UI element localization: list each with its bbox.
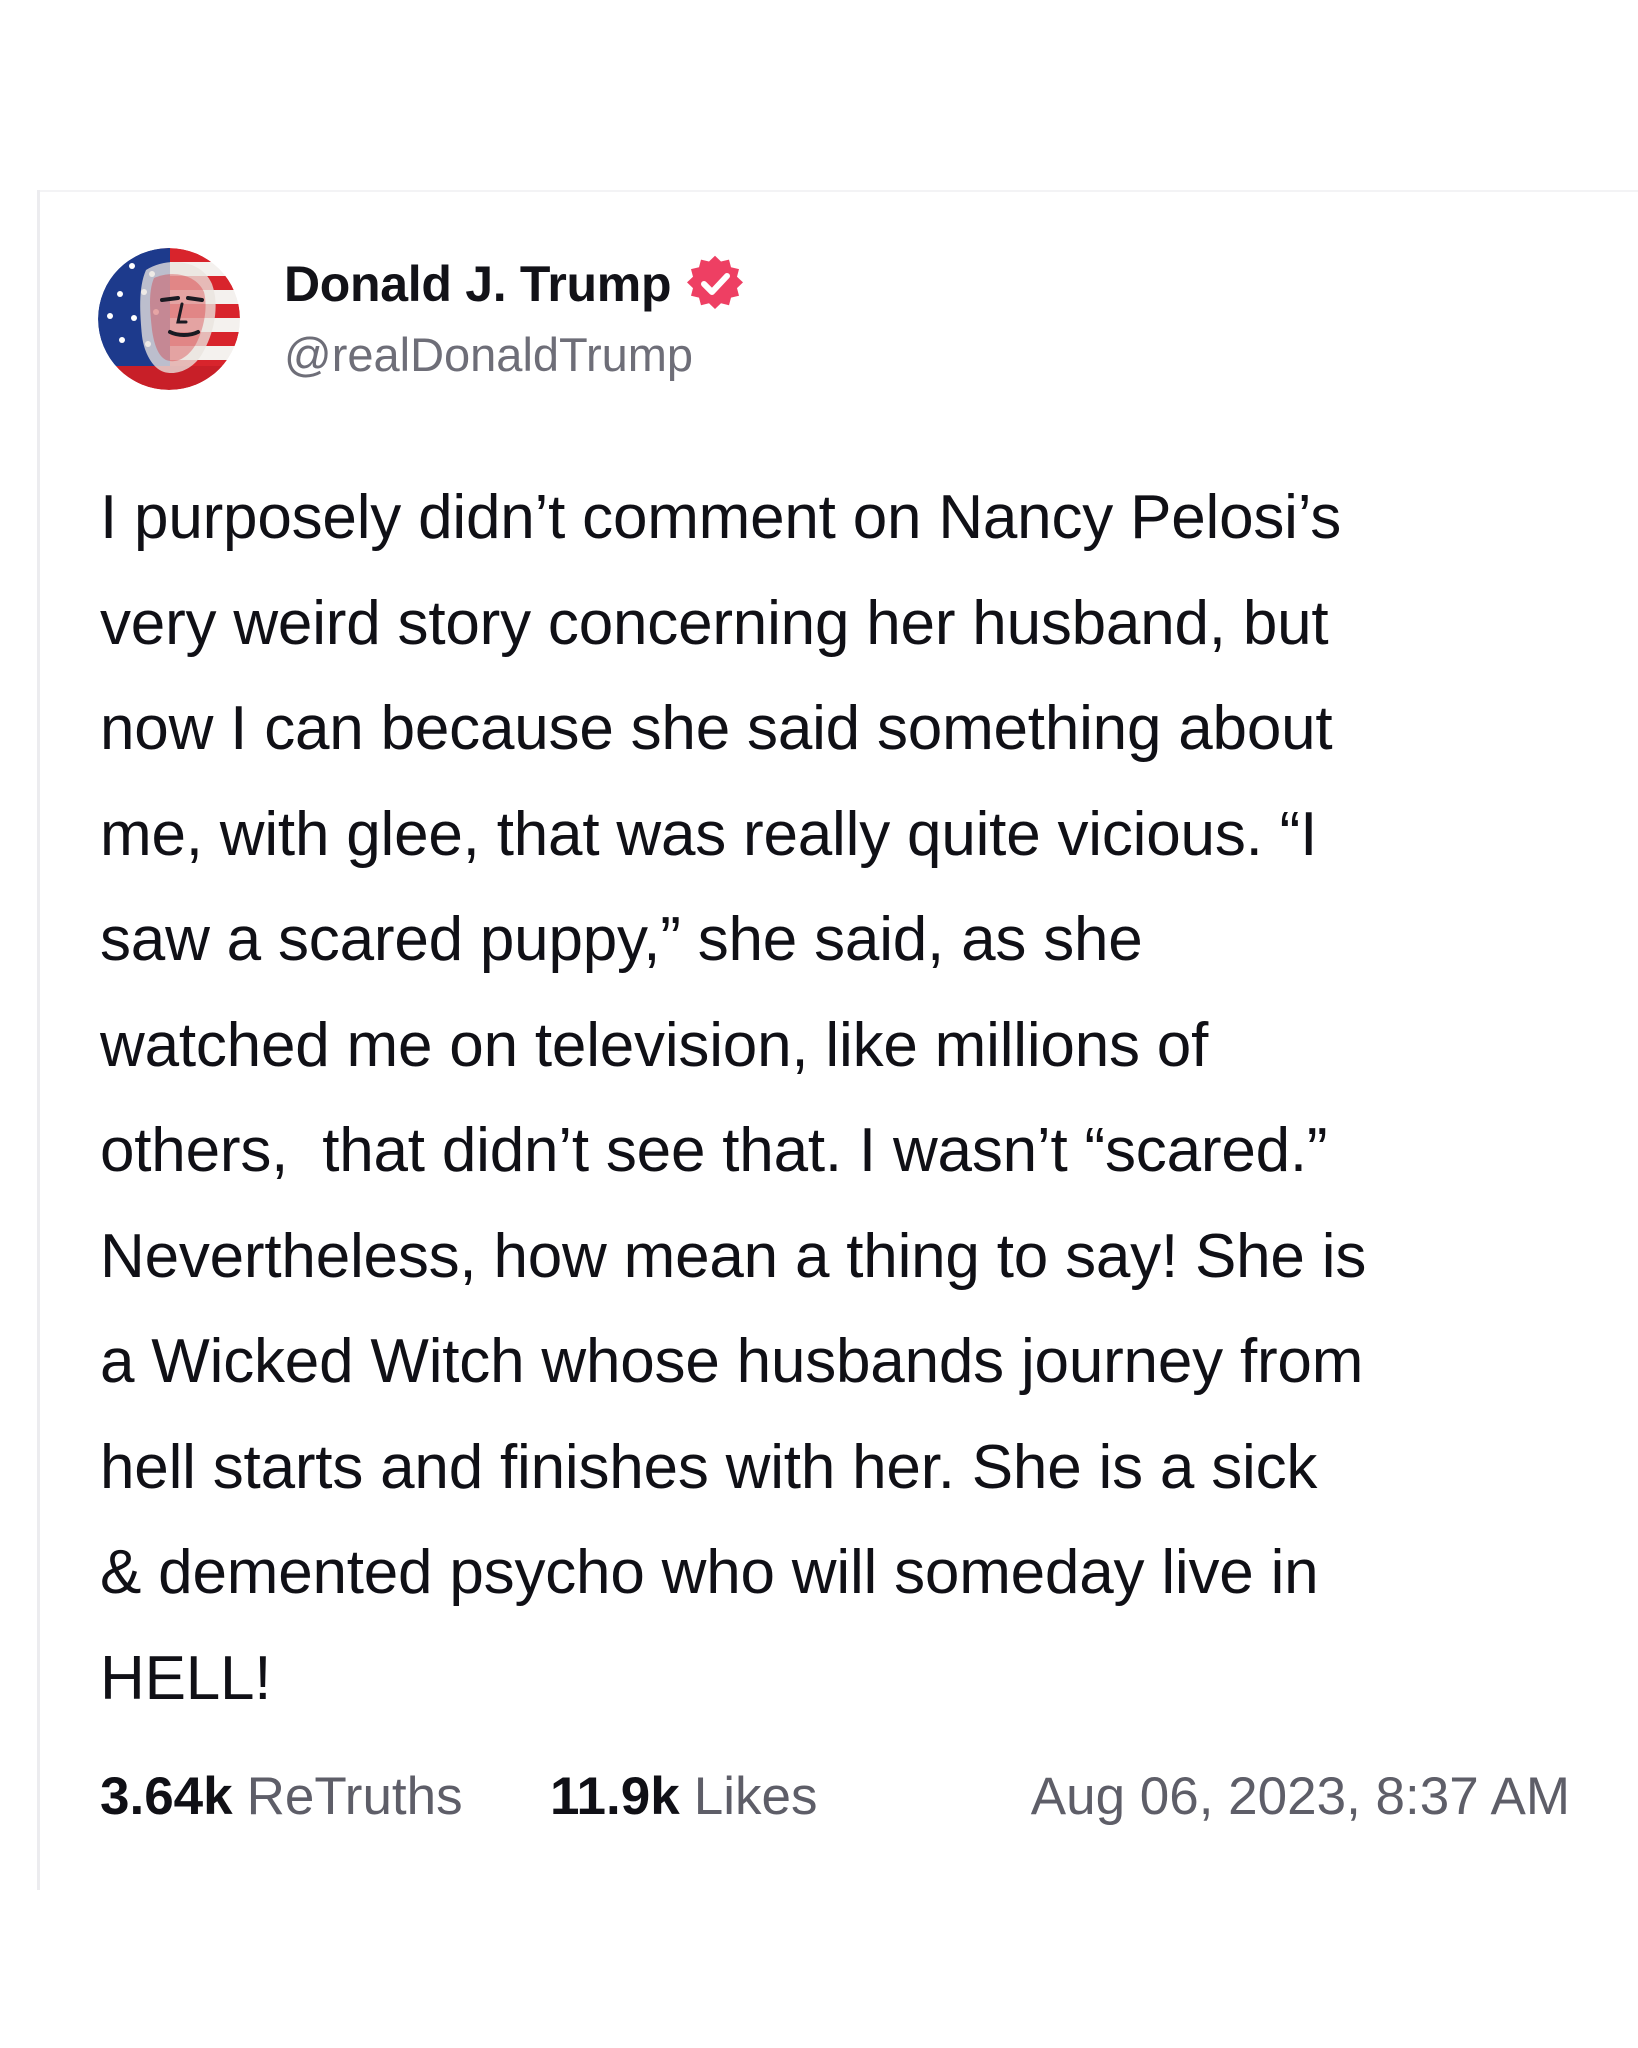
likes-label: Likes xyxy=(693,1767,818,1826)
post-text-line: saw a scared puppy,” she said, as she xyxy=(100,905,1143,974)
post-text-line: a Wicked Witch whose husbands journey fr… xyxy=(100,1327,1364,1396)
likes-count-link[interactable]: 11.9k Likes xyxy=(550,1762,817,1832)
post-text-line: very weird story concerning her husband,… xyxy=(100,588,1329,658)
post-text: I purposely didn’t comment on Nancy Pelo… xyxy=(100,465,1600,1731)
post-text-line: watched me on television, like millions … xyxy=(100,1010,1209,1080)
post-text-line: I purposely didn’t comment on Nancy Pelo… xyxy=(100,483,1342,552)
post-timestamp[interactable]: Aug 06, 2023, 8:37 AM xyxy=(1031,1762,1570,1832)
post-footer: 3.64k ReTruths 11.9k Likes Aug 06, 2023, 8… xyxy=(100,1762,1570,1832)
profile-avatar-icon xyxy=(98,248,240,390)
author-display-name[interactable]: Donald J. Trump xyxy=(284,255,672,313)
retruths-value: 3.64k xyxy=(100,1767,233,1826)
likes-value: 11.9k xyxy=(550,1767,680,1826)
retruths-count-link[interactable]: 3.64k ReTruths xyxy=(100,1762,463,1832)
post-text-line: Nevertheless, how mean a thing to say! S… xyxy=(100,1221,1367,1291)
author-handle[interactable]: @realDonaldTrump xyxy=(284,327,693,382)
post-text-line: hell starts and finishes with her. She i… xyxy=(100,1432,1318,1502)
post-text-line: me, with glee, that was really quite vic… xyxy=(100,799,1318,869)
author-row: Donald J. Trump xyxy=(284,252,745,316)
retruths-label: ReTruths xyxy=(246,1767,463,1826)
verified-badge-icon xyxy=(685,254,745,314)
post-text-line: now I can because she said something abo… xyxy=(100,694,1333,763)
post-text-line: & demented psycho who will someday live … xyxy=(100,1538,1319,1607)
post-text-line: others, that didn’t see that. I wasn’t “… xyxy=(100,1116,1328,1185)
post-text-line: HELL! xyxy=(100,1643,272,1713)
avatar[interactable] xyxy=(98,248,240,390)
